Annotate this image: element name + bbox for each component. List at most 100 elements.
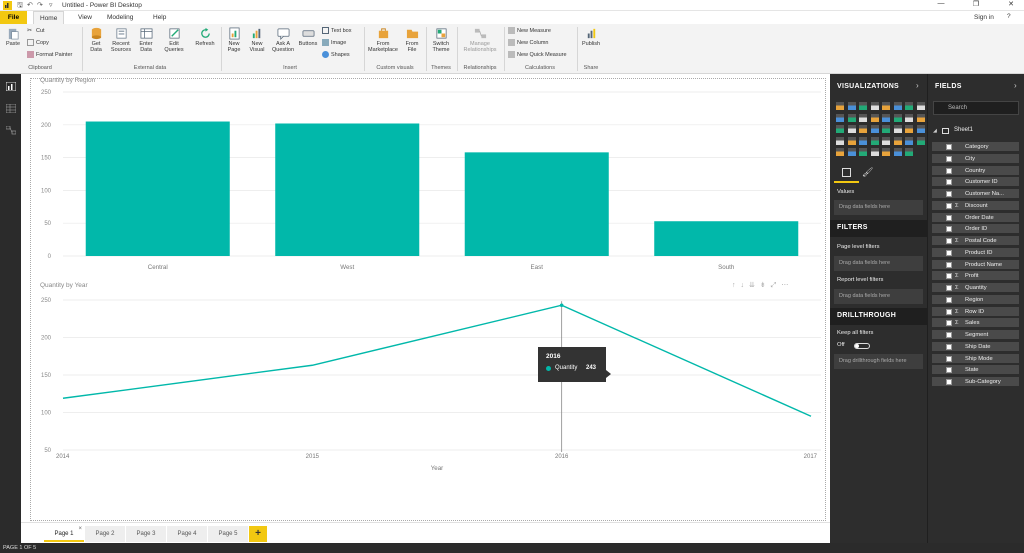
visual-type-icon[interactable] xyxy=(870,113,879,122)
values-drop-zone[interactable]: Drag data fields here xyxy=(834,200,923,215)
field-checkbox[interactable] xyxy=(946,367,952,374)
page-tab[interactable]: Page 1 × xyxy=(44,526,84,542)
field-checkbox[interactable] xyxy=(946,191,952,197)
visual-type-icon[interactable] xyxy=(916,102,925,110)
quick-access-dropdown-icon[interactable]: ▿ xyxy=(49,1,53,9)
field-item[interactable]: Segment xyxy=(932,330,1019,340)
visual-type-icon[interactable] xyxy=(905,125,913,133)
visual-type-icon[interactable] xyxy=(859,148,867,156)
visual-type-icon[interactable] xyxy=(893,113,902,122)
report-filters-drop-zone[interactable]: Drag data fields here xyxy=(834,289,923,304)
bar-chart[interactable]: 0 50 100 150 200 250 Central West East South xyxy=(21,74,830,284)
series-line[interactable] xyxy=(62,304,812,417)
format-paint-roller-icon[interactable]: 🖌 xyxy=(862,167,873,178)
restore-button[interactable]: ❐ xyxy=(965,0,987,8)
cut-button[interactable]: ✂ Cut xyxy=(27,27,45,34)
field-item[interactable]: Sub-Category xyxy=(932,377,1019,387)
field-item[interactable]: Ship Mode xyxy=(932,353,1019,364)
visual-type-icon[interactable] xyxy=(916,125,925,133)
manage-relationships-button[interactable]: Manage Relationships xyxy=(460,27,500,53)
image-button[interactable]: Image xyxy=(322,39,346,46)
add-page-button[interactable]: + xyxy=(249,526,267,542)
field-item[interactable]: Order Date xyxy=(932,212,1019,223)
visual-type-icon[interactable] xyxy=(893,148,902,156)
text-box-button[interactable]: Text box xyxy=(322,27,351,34)
buttons-button[interactable]: Buttons xyxy=(297,27,319,47)
publish-button[interactable]: Publish xyxy=(580,27,602,47)
visual-type-icon[interactable] xyxy=(905,136,913,145)
field-checkbox[interactable] xyxy=(946,238,952,244)
shapes-button[interactable]: Shapes xyxy=(322,51,350,58)
enter-data-button[interactable]: Enter Data xyxy=(136,27,156,53)
minimize-button[interactable]: — xyxy=(930,0,952,7)
field-checkbox[interactable] xyxy=(946,273,952,280)
visual-type-icon[interactable] xyxy=(905,148,913,156)
visual-type-icon[interactable] xyxy=(882,125,890,133)
field-item[interactable]: State xyxy=(932,365,1019,376)
visual-type-icon[interactable] xyxy=(882,102,890,110)
table-name[interactable]: Sheet1 xyxy=(954,127,973,133)
field-item[interactable]: Order ID xyxy=(932,224,1019,235)
field-checkbox[interactable] xyxy=(946,332,952,338)
switch-theme-button[interactable]: Switch Theme xyxy=(428,27,454,53)
field-item[interactable]: Product ID xyxy=(932,247,1019,258)
field-checkbox[interactable] xyxy=(946,179,952,186)
visual-type-icon[interactable] xyxy=(882,113,890,122)
field-checkbox[interactable] xyxy=(946,355,952,362)
visual-type-icon[interactable] xyxy=(836,113,844,122)
field-checkbox[interactable] xyxy=(946,226,952,233)
tab-modeling[interactable]: Modeling xyxy=(107,14,133,21)
paste-button[interactable]: Paste xyxy=(3,27,23,47)
field-item[interactable]: Σ Postal Code xyxy=(932,236,1019,246)
visual-type-icon[interactable] xyxy=(870,102,879,110)
page-tab[interactable]: Page 4 xyxy=(167,526,207,542)
expand-table-icon[interactable]: ◢ xyxy=(933,128,937,134)
visual-type-icon[interactable] xyxy=(905,102,913,110)
visual-type-icon[interactable] xyxy=(882,136,890,145)
new-column-button[interactable]: New Column xyxy=(508,39,548,46)
ask-question-button[interactable]: Ask A Question xyxy=(270,27,296,53)
new-quick-measure-button[interactable]: New Quick Measure xyxy=(508,51,567,58)
from-marketplace-button[interactable]: From Marketplace xyxy=(366,27,400,53)
refresh-button[interactable]: Refresh xyxy=(194,27,216,47)
field-item[interactable]: Customer ID xyxy=(932,177,1019,188)
visual-type-icon[interactable] xyxy=(870,136,879,145)
keep-filters-toggle[interactable] xyxy=(854,343,870,349)
edit-queries-button[interactable]: Edit Queries xyxy=(162,27,186,53)
field-item[interactable]: Product Name xyxy=(932,259,1019,270)
field-checkbox[interactable] xyxy=(946,379,952,385)
field-checkbox[interactable] xyxy=(946,202,952,209)
format-painter-button[interactable]: Format Painter xyxy=(27,51,72,58)
tab-help[interactable]: Help xyxy=(153,14,166,21)
page-tab[interactable]: Page 2 xyxy=(85,526,125,542)
new-page-button[interactable]: New Page xyxy=(224,27,244,53)
tab-file[interactable]: File xyxy=(0,11,27,24)
visual-type-icon[interactable] xyxy=(836,136,844,145)
data-view-icon[interactable] xyxy=(6,104,16,113)
new-measure-button[interactable]: New Measure xyxy=(508,27,551,34)
field-item[interactable]: Σ Sales xyxy=(932,318,1019,329)
collapse-fields-icon[interactable]: › xyxy=(1014,81,1017,90)
visual-type-icon[interactable] xyxy=(847,136,856,145)
recent-sources-button[interactable]: Recent Sources xyxy=(108,27,134,53)
visual-type-icon[interactable] xyxy=(859,102,867,110)
field-checkbox[interactable] xyxy=(946,261,952,268)
page-tab[interactable]: Page 5 xyxy=(208,526,248,542)
field-checkbox[interactable] xyxy=(946,214,952,221)
bar[interactable] xyxy=(85,121,230,256)
fields-search-input[interactable]: Search xyxy=(933,101,1019,115)
visual-type-icon[interactable] xyxy=(916,136,925,145)
copy-button[interactable]: Copy xyxy=(27,39,49,46)
field-item[interactable]: Σ Profit xyxy=(932,271,1019,282)
visual-type-icon[interactable] xyxy=(893,125,902,133)
field-checkbox[interactable] xyxy=(946,167,952,174)
visual-type-icon[interactable] xyxy=(836,125,844,133)
visual-type-icon[interactable] xyxy=(882,148,890,156)
visual-type-icon[interactable] xyxy=(847,148,856,156)
page-filters-drop-zone[interactable]: Drag data fields here xyxy=(834,256,923,271)
field-item[interactable]: Ship Date xyxy=(932,341,1019,352)
visual-type-icon[interactable] xyxy=(859,125,867,133)
field-item[interactable]: Σ Row ID xyxy=(932,306,1019,317)
help-icon[interactable]: ? xyxy=(1007,13,1011,20)
visual-type-icon[interactable] xyxy=(870,148,879,156)
